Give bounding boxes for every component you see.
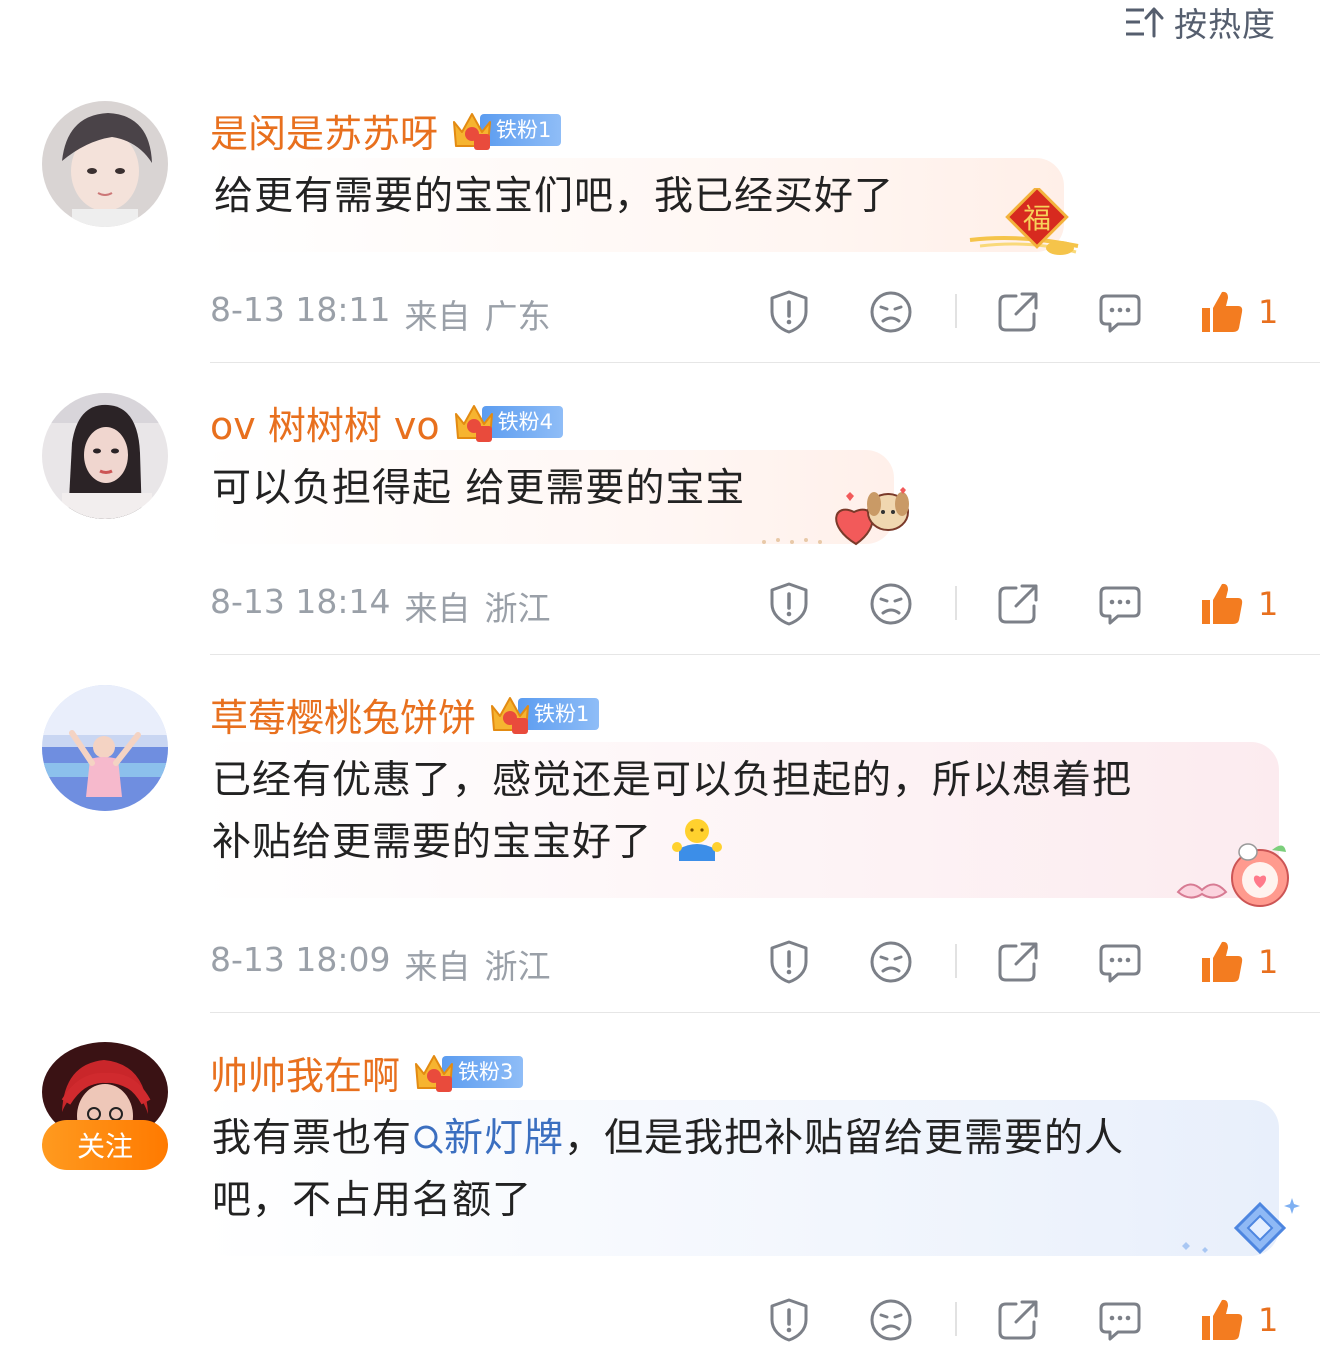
username[interactable]: 是闵是苏苏呀 [210,103,438,158]
fan-badge[interactable]: 铁粉3 [412,1054,524,1090]
comment-text-line: 吧，不占用名额了 [212,1178,533,1223]
dislike-icon[interactable] [867,938,915,986]
avatar[interactable] [42,393,168,519]
comment-bubble: 给更有需要的宝宝们吧，我已经买好了 [200,158,1064,252]
sort-toggle[interactable]: 按热度 [1124,0,1276,44]
comment-bubble: 我有票也有 新灯牌，但是我把补贴留给更需要的人 吧，不占用名额了 [200,1100,1279,1256]
report-icon[interactable] [765,1296,813,1344]
dislike-icon[interactable] [867,1296,915,1344]
report-icon[interactable] [765,288,813,336]
comment-text: 已经有优惠了，感觉还是可以负担起的，所以想着把 补贴给更需要的宝宝好了 [212,750,1267,874]
report-icon[interactable] [765,580,813,628]
dog-heart-sticker-icon [756,482,916,554]
comment-bubble: 已经有优惠了，感觉还是可以负担起的，所以想着把 补贴给更需要的宝宝好了 [200,742,1279,898]
username[interactable]: ov 树树树 vo [210,395,440,450]
like-count: 1 [1258,293,1279,331]
comment-text: 给更有需要的宝宝们吧，我已经买好了 [214,174,895,219]
crown-icon [452,400,496,444]
share-icon[interactable] [994,938,1042,986]
comment-text-line: 已经有优惠了，感觉还是可以负担起的，所以想着把 [212,758,1133,803]
search-icon [414,1125,443,1154]
dislike-icon[interactable] [867,288,915,336]
comment-divider [210,654,1320,655]
sort-icon [1126,7,1164,38]
comment-text-line: 我有票也有 新灯牌，但是我把补贴留给更需要的人 [212,1108,1267,1170]
comment-divider [210,362,1320,363]
like-icon[interactable] [1198,580,1246,628]
comment-divider [210,1012,1320,1013]
bunny-apple-sticker-icon [1172,838,1298,910]
fan-badge[interactable]: 铁粉1 [488,696,600,732]
action-bar: 1 [0,938,1320,998]
follow-button[interactable]: 关注 [42,1120,168,1170]
svg-text:福: 福 [1023,202,1051,235]
divider [955,294,957,328]
divider [955,944,957,978]
share-icon[interactable] [994,1296,1042,1344]
comment-text-line-2: 补贴给更需要的宝宝好了 [212,820,653,865]
reply-icon[interactable] [1096,288,1144,336]
action-bar: 1 [0,580,1320,640]
crown-icon [450,108,494,152]
comment-text-prefix: 我有票也有 [212,1116,413,1161]
diamond-sticker-icon [1172,1198,1300,1262]
like-count: 1 [1258,943,1279,981]
comment-text-suffix: ，但是我把补贴留给更需要的人 [564,1116,1125,1161]
sort-label: 按热度 [1174,5,1276,44]
share-icon[interactable] [994,288,1042,336]
divider [955,1302,957,1336]
crown-icon [488,692,532,736]
fan-badge[interactable]: 铁粉4 [452,404,564,440]
like-count: 1 [1258,585,1279,623]
shrug-emoji-icon [672,819,723,861]
comment-text: 我有票也有 新灯牌，但是我把补贴留给更需要的人 吧，不占用名额了 [212,1108,1267,1232]
reply-icon[interactable] [1096,938,1144,986]
dislike-icon[interactable] [867,580,915,628]
reply-icon[interactable] [1096,1296,1144,1344]
share-icon[interactable] [994,580,1042,628]
action-bar: 1 [0,1296,1320,1356]
like-count: 1 [1258,1301,1279,1339]
topic-link[interactable]: 新灯牌 [412,1116,564,1161]
username[interactable]: 帅帅我在啊 [210,1045,400,1100]
like-icon[interactable] [1198,1296,1246,1344]
avatar[interactable] [42,685,168,811]
fan-badge[interactable]: 铁粉1 [450,112,562,148]
avatar[interactable] [42,101,168,227]
like-icon[interactable] [1198,938,1246,986]
report-icon[interactable] [765,938,813,986]
reply-icon[interactable] [1096,580,1144,628]
topic-label: 新灯牌 [444,1116,565,1161]
crown-icon [412,1050,456,1094]
action-bar: 1 [0,288,1320,348]
comment-text-line: 补贴给更需要的宝宝好了 [212,812,1267,874]
divider [955,586,957,620]
username[interactable]: 草莓樱桃兔饼饼 [210,687,476,742]
like-icon[interactable] [1198,288,1246,336]
fu-sticker-icon: 福 [960,185,1082,260]
